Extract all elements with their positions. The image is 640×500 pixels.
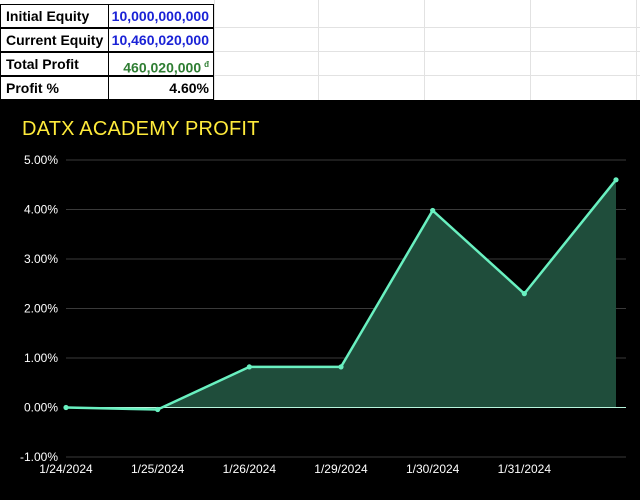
grid-line — [318, 0, 319, 100]
y-tick-label: 1.00% — [24, 351, 58, 365]
grid-line — [530, 0, 531, 100]
cell-initial-equity-value[interactable]: 10,000,000,000 — [108, 4, 214, 28]
series-area — [66, 179, 616, 410]
cell-total-profit-label[interactable]: Total Profit — [0, 52, 108, 76]
x-tick-label: 1/26/2024 — [223, 462, 277, 476]
y-tick-label: 3.00% — [24, 252, 58, 266]
y-tick-label: 5.00% — [24, 153, 58, 167]
data-point — [430, 207, 436, 214]
cell-current-equity-label[interactable]: Current Equity — [0, 28, 108, 52]
cell-profit-percent-label[interactable]: Profit % — [0, 76, 108, 100]
data-point — [338, 364, 344, 370]
grid-line — [214, 0, 215, 100]
data-point — [246, 364, 252, 370]
y-tick-label: 4.00% — [24, 203, 58, 217]
data-point — [63, 404, 69, 411]
profit-chart[interactable]: DATX ACADEMY PROFIT -1.00% 0.00% 1.00% 2.00… — [0, 100, 640, 500]
data-point — [613, 177, 619, 183]
grid-line — [424, 0, 425, 100]
x-tick-label: 1/29/2024 — [314, 462, 368, 476]
spreadsheet-area: Initial Equity 10,000,000,000 Current Eq… — [0, 0, 640, 100]
currency-symbol: đ — [204, 60, 209, 69]
cell-profit-percent-value[interactable]: 4.60% — [108, 76, 214, 100]
cell-total-profit-value[interactable]: 460,020,000 đ — [108, 52, 214, 76]
x-tick-label: 1/25/2024 — [131, 462, 185, 476]
data-point — [155, 406, 161, 413]
chart-plot: -1.00%0.00%1.00%2.00%3.00%4.00%5.00%1/24… — [20, 153, 626, 476]
cell-initial-equity-label[interactable]: Initial Equity — [0, 4, 108, 28]
x-tick-label: 1/30/2024 — [406, 462, 460, 476]
data-point — [521, 291, 527, 297]
grid-line — [636, 0, 637, 100]
x-tick-label: 1/31/2024 — [498, 462, 552, 476]
y-tick-label: 0.00% — [24, 401, 58, 415]
total-profit-amount: 460,020,000 — [123, 59, 202, 76]
x-tick-label: 1/24/2024 — [39, 462, 93, 476]
y-tick-label: 2.00% — [24, 302, 58, 316]
cell-current-equity-value[interactable]: 10,460,020,000 — [108, 28, 214, 52]
